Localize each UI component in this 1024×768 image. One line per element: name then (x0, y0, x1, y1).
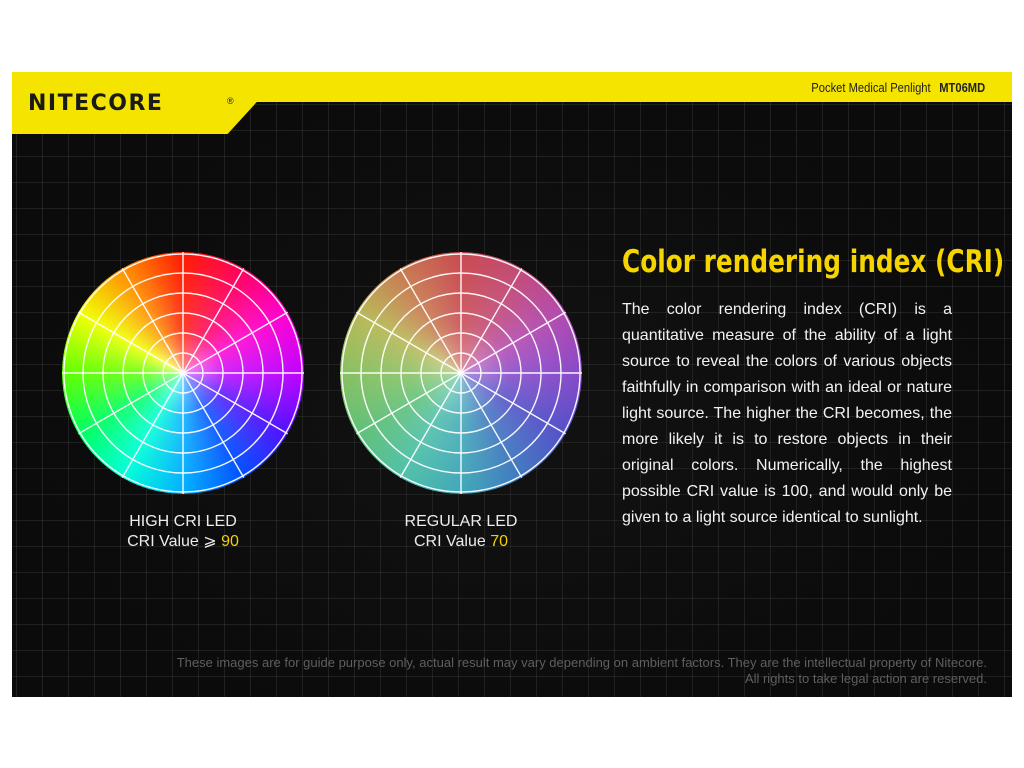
high-cri-value-prefix: CRI Value ⩾ (127, 533, 222, 550)
disclaimer: These images are for guide purpose only,… (27, 655, 987, 687)
registered-mark: ® (227, 96, 234, 106)
slide: NITECORE ® Pocket Medical Penlight MT06MD (12, 72, 1012, 697)
high-cri-value-line: CRI Value ⩾ 90 (73, 532, 293, 552)
brand-logo: NITECORE (28, 91, 164, 116)
regular-led-color-wheel (340, 252, 582, 494)
regular-led-label: REGULAR LED (404, 513, 518, 530)
section-body: The color rendering index (CRI) is a qua… (622, 301, 952, 526)
section-title: Color rendering index (CRI) (622, 244, 1005, 280)
regular-led-value-prefix: CRI Value (414, 533, 491, 550)
product-name: Pocket Medical Penlight (811, 80, 931, 95)
product-model: MT06MD (939, 80, 985, 95)
high-cri-value: 90 (221, 533, 239, 550)
disclaimer-line-1: These images are for guide purpose only,… (176, 655, 987, 670)
disclaimer-line-2: All rights to take legal action are rese… (744, 671, 987, 686)
high-cri-label: HIGH CRI LED (129, 513, 237, 530)
regular-led-caption: REGULAR LED CRI Value 70 (351, 512, 571, 552)
high-cri-caption: HIGH CRI LED CRI Value ⩾ 90 (73, 512, 293, 552)
product-label: Pocket Medical Penlight MT06MD (811, 80, 985, 95)
regular-led-value-line: CRI Value 70 (351, 532, 571, 552)
high-cri-color-wheel (62, 252, 304, 494)
regular-led-value: 70 (490, 533, 508, 550)
brand-logo-plate: NITECORE ® (12, 72, 257, 134)
